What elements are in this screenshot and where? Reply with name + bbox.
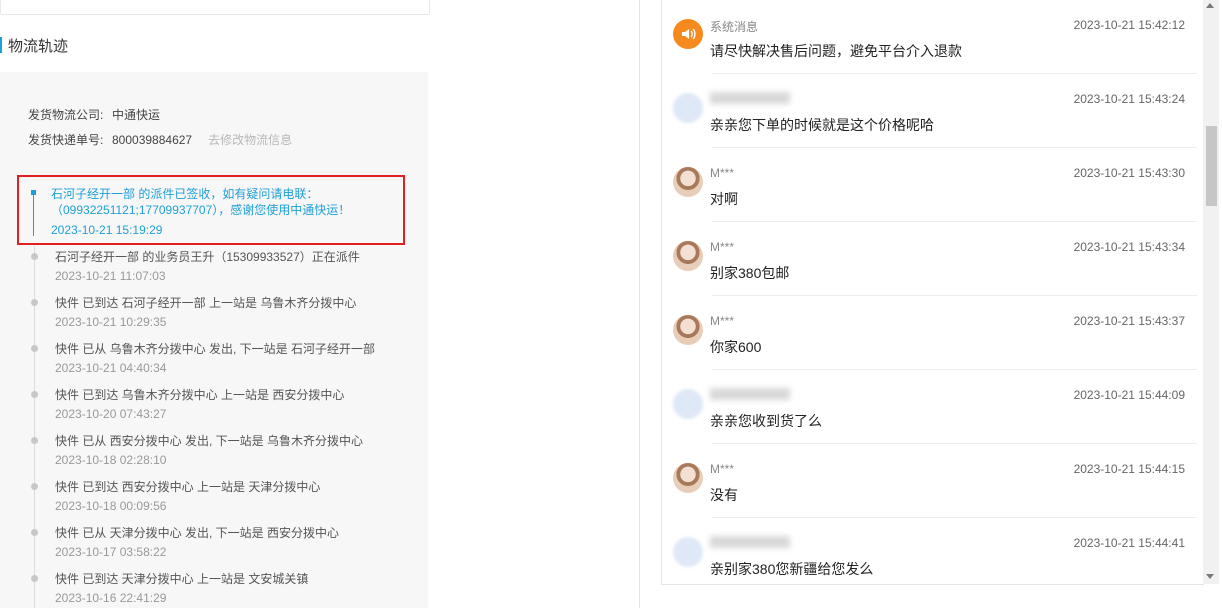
- message-text: 亲亲您收到货了么: [710, 413, 822, 429]
- timeline-event: 快件 已从 西安分拨中心 发出, 下一站是 乌鲁木齐分拨中心 2023-10-18…: [0, 432, 428, 478]
- event-time: 2023-10-16 22:41:29: [55, 591, 167, 605]
- chat-message: 2023-10-21 15:44:41 亲别家380您新疆给您发么: [662, 518, 1203, 584]
- timeline-dot: [31, 437, 38, 444]
- user-avatar[interactable]: [673, 315, 703, 345]
- event-text: 快件 已到达 乌鲁木齐分拨中心 上一站是 西安分拨中心: [55, 388, 345, 402]
- timeline-event: 快件 已到达 天津分拨中心 上一站是 文安城关镇 2023-10-16 22:41…: [0, 570, 428, 616]
- blurred-avatar: [673, 93, 703, 123]
- event-text: 快件 已从 西安分拨中心 发出, 下一站是 乌鲁木齐分拨中心: [55, 434, 364, 448]
- event-time: 2023-10-20 07:43:27: [55, 407, 167, 421]
- timeline-dot: [31, 299, 38, 306]
- message-text: 亲亲您下单的时候就是这个价格呢哈: [710, 117, 934, 133]
- message-text: 对啊: [710, 191, 738, 207]
- message-time: 2023-10-21 15:42:12: [1073, 18, 1185, 32]
- sender-name: M***: [710, 314, 735, 328]
- latest-event-time: 2023-10-21 15:19:29: [51, 223, 163, 237]
- sender-name: 系统消息: [710, 20, 759, 34]
- logistics-panel: 物流轨迹 发货物流公司: 中通快运 发货快递单号: 800039884627 去修改物…: [0, 0, 430, 608]
- blurred-avatar: [673, 389, 703, 419]
- message-time: 2023-10-21 15:43:24: [1073, 92, 1185, 106]
- chat-message: M*** 2023-10-21 15:43:34 别家380包邮: [662, 222, 1203, 296]
- timeline-dot: [31, 575, 38, 582]
- user-avatar[interactable]: [673, 167, 703, 197]
- message-time: 2023-10-21 15:44:15: [1073, 462, 1185, 476]
- chat-scrollbar[interactable]: [1203, 0, 1219, 584]
- message-time: 2023-10-21 15:43:37: [1073, 314, 1185, 328]
- event-text: 石河子经开一部 的业务员王升（15309933527）正在派件: [55, 250, 360, 264]
- chat-message: 2023-10-21 15:44:09 亲亲您收到货了么: [662, 370, 1203, 444]
- timeline-dot: [31, 391, 38, 398]
- chat-message: M*** 2023-10-21 15:43:37 你家600: [662, 296, 1203, 370]
- timeline-dot: [31, 483, 38, 490]
- timeline-event: 快件 已从 乌鲁木齐分拨中心 发出, 下一站是 石河子经开一部 2023-10-2…: [0, 340, 428, 386]
- user-avatar[interactable]: [673, 241, 703, 271]
- timeline-dot: [31, 253, 38, 260]
- message-text: 你家600: [710, 339, 762, 355]
- sender-name: M***: [710, 166, 735, 180]
- latest-event-text: 石河子经开一部 的派件已签收，如有疑问请电联：（09932251121;1770…: [51, 187, 351, 217]
- sender-name: M***: [710, 240, 735, 254]
- logistics-timeline: 石河子经开一部 的派件已签收，如有疑问请电联：（09932251121;1770…: [0, 0, 428, 608]
- event-time: 2023-10-21 04:40:34: [55, 361, 167, 375]
- chat-message: 系统消息 2023-10-21 15:42:12 请尽快解决售后问题，避免平台介入退…: [662, 0, 1203, 74]
- timeline-event: 石河子经开一部 的业务员王升（15309933527）正在派件 2023-10-2…: [0, 248, 428, 294]
- event-time: 2023-10-17 03:58:22: [55, 545, 167, 559]
- scroll-down-arrow-icon[interactable]: [1206, 574, 1214, 579]
- speaker-icon: [673, 19, 703, 49]
- timeline-event: 快件 已到达 西安分拨中心 上一站是 天津分拨中心 2023-10-18 00:0…: [0, 478, 428, 524]
- chat-message: M*** 2023-10-21 15:43:30 对啊: [662, 148, 1203, 222]
- event-text: 快件 已从 天津分拨中心 发出, 下一站是 西安分拨中心: [55, 526, 340, 540]
- message-text: 亲别家380您新疆给您发么: [710, 561, 874, 577]
- timeline-dot: [31, 529, 38, 536]
- message-text: 请尽快解决售后问题，避免平台介入退款: [710, 43, 962, 59]
- event-time: 2023-10-21 10:29:35: [55, 315, 167, 329]
- event-text: 快件 已到达 石河子经开一部 上一站是 乌鲁木齐分拨中心: [55, 296, 357, 310]
- event-text: 快件 已从 乌鲁木齐分拨中心 发出, 下一站是 石河子经开一部: [55, 342, 376, 356]
- timeline-active-dot: [31, 190, 36, 195]
- timeline-event: 快件 已从 天津分拨中心 发出, 下一站是 西安分拨中心 2023-10-17 0…: [0, 524, 428, 570]
- timeline-event: 快件 已到达 石河子经开一部 上一站是 乌鲁木齐分拨中心 2023-10-21 1…: [0, 294, 428, 340]
- blurred-nickname: [710, 536, 790, 548]
- blurred-avatar: [673, 537, 703, 567]
- chat-message: M*** 2023-10-21 15:44:15 没有: [662, 444, 1203, 518]
- blurred-nickname: [710, 388, 790, 400]
- event-time: 2023-10-21 11:07:03: [55, 269, 166, 283]
- event-time: 2023-10-18 02:28:10: [55, 453, 167, 467]
- blurred-nickname: [710, 92, 790, 104]
- chat-history[interactable]: 系统消息 2023-10-21 15:42:12 请尽快解决售后问题，避免平台介入退…: [661, 0, 1204, 585]
- timeline-active-line: [33, 190, 34, 236]
- scroll-up-arrow-icon[interactable]: [1206, 3, 1214, 8]
- event-text: 快件 已到达 西安分拨中心 上一站是 天津分拨中心: [55, 480, 321, 494]
- timeline-event: 快件 已到达 乌鲁木齐分拨中心 上一站是 西安分拨中心 2023-10-20 07…: [0, 386, 428, 432]
- message-time: 2023-10-21 15:44:09: [1073, 388, 1185, 402]
- sender-name: M***: [710, 462, 735, 476]
- message-time: 2023-10-21 15:43:34: [1073, 240, 1185, 254]
- scrollbar-thumb[interactable]: [1206, 126, 1217, 206]
- chat-message: 2023-10-21 15:43:24 亲亲您下单的时候就是这个价格呢哈: [662, 74, 1203, 148]
- message-text: 别家380包邮: [710, 265, 790, 281]
- chat-panel: 系统消息 2023-10-21 15:42:12 请尽快解决售后问题，避免平台介入退…: [639, 0, 1222, 608]
- event-text: 快件 已到达 天津分拨中心 上一站是 文安城关镇: [55, 572, 309, 586]
- message-time: 2023-10-21 15:44:41: [1073, 536, 1185, 550]
- message-time: 2023-10-21 15:43:30: [1073, 166, 1185, 180]
- timeline-dot: [31, 345, 38, 352]
- message-text: 没有: [710, 487, 738, 503]
- user-avatar[interactable]: [673, 463, 703, 493]
- event-time: 2023-10-18 00:09:56: [55, 499, 167, 513]
